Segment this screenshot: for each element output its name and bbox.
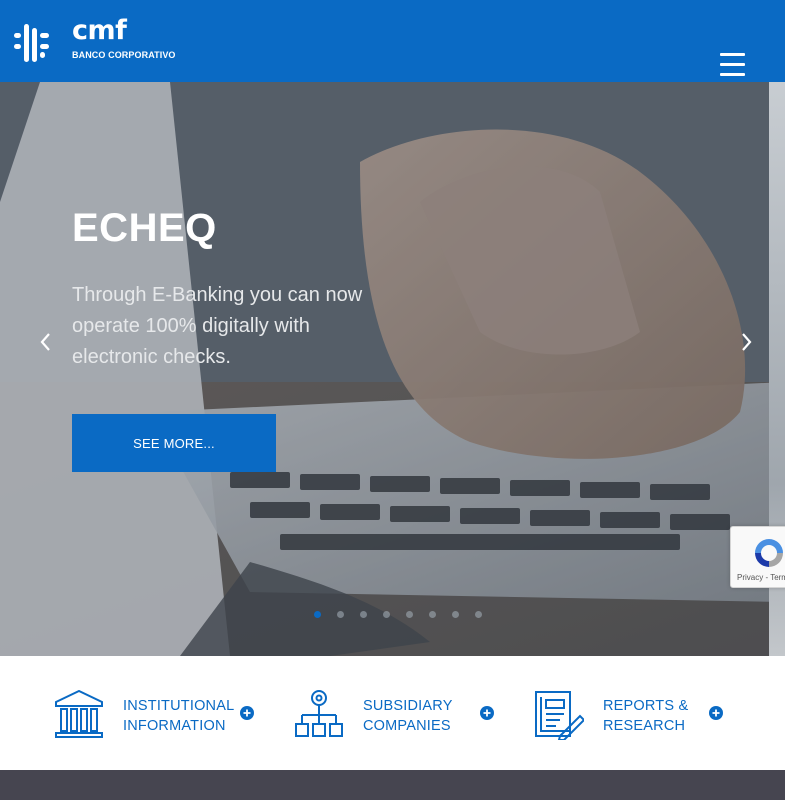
carousel-dot[interactable] bbox=[314, 611, 321, 618]
quick-link-label-line2: COMPANIES bbox=[363, 718, 451, 734]
site-header: cmf BANCO CORPORATIVO bbox=[0, 0, 785, 82]
carousel-next-button[interactable] bbox=[736, 330, 756, 354]
chevron-left-icon bbox=[40, 333, 50, 351]
quick-link-label: INSTITUTIONAL INFORMATION bbox=[123, 696, 234, 736]
carousel-dot[interactable] bbox=[452, 611, 459, 618]
hamburger-menu-bar bbox=[720, 63, 745, 66]
report-document-icon bbox=[535, 691, 584, 740]
quick-link-label-line1: INSTITUTIONAL bbox=[123, 698, 235, 714]
org-chart-icon bbox=[295, 690, 343, 737]
recaptcha-links[interactable]: Privacy - Terms bbox=[737, 573, 785, 582]
bank-building-icon bbox=[55, 690, 103, 738]
carousel-dot[interactable] bbox=[360, 611, 367, 618]
chevron-right-icon bbox=[742, 333, 752, 351]
brand-subtitle: BANCO CORPORATIVO bbox=[72, 50, 176, 60]
plus-circle-icon bbox=[709, 706, 723, 720]
quick-links-bar: INSTITUTIONAL INFORMATION SUBSIDIARY COM… bbox=[0, 656, 785, 770]
quick-link-label-line2: INFORMATION bbox=[123, 718, 226, 734]
cmf-logo-icon bbox=[14, 24, 49, 62]
hero-carousel: ECHEQ Through E-Banking you can now oper… bbox=[0, 82, 785, 656]
hamburger-menu-button[interactable] bbox=[716, 50, 750, 80]
plus-circle-icon bbox=[480, 706, 494, 720]
quick-link-subsidiary[interactable]: SUBSIDIARY COMPANIES bbox=[294, 690, 504, 742]
see-more-button[interactable]: SEE MORE... bbox=[72, 414, 276, 472]
carousel-prev-button[interactable] bbox=[36, 330, 56, 354]
quick-link-label: REPORTS & RESEARCH bbox=[603, 696, 688, 736]
carousel-dot[interactable] bbox=[429, 611, 436, 618]
hamburger-menu-bar bbox=[720, 73, 745, 76]
hero-description: Through E-Banking you can now operate 10… bbox=[72, 284, 363, 368]
plus-circle-icon bbox=[240, 706, 254, 720]
quick-link-label-line1: SUBSIDIARY bbox=[363, 698, 453, 714]
recaptcha-badge[interactable]: Privacy - Terms bbox=[730, 526, 785, 588]
hamburger-menu-icon bbox=[720, 53, 745, 56]
logo-text: cmf BANCO CORPORATIVO bbox=[72, 15, 176, 61]
brand-name: cmf bbox=[72, 15, 127, 46]
hero-title: ECHEQ bbox=[72, 206, 217, 250]
carousel-dot[interactable] bbox=[406, 611, 413, 618]
quick-link-institutional[interactable]: INSTITUTIONAL INFORMATION bbox=[54, 690, 264, 742]
quick-link-label-line2: RESEARCH bbox=[603, 718, 686, 734]
quick-link-reports[interactable]: REPORTS & RESEARCH bbox=[534, 690, 734, 742]
quick-link-label: SUBSIDIARY COMPANIES bbox=[363, 696, 453, 736]
footer-band bbox=[0, 770, 785, 800]
carousel-dot[interactable] bbox=[383, 611, 390, 618]
recaptcha-icon bbox=[755, 539, 783, 567]
quick-link-label-line1: REPORTS & bbox=[603, 698, 689, 714]
carousel-dot[interactable] bbox=[337, 611, 344, 618]
carousel-dot[interactable] bbox=[475, 611, 482, 618]
